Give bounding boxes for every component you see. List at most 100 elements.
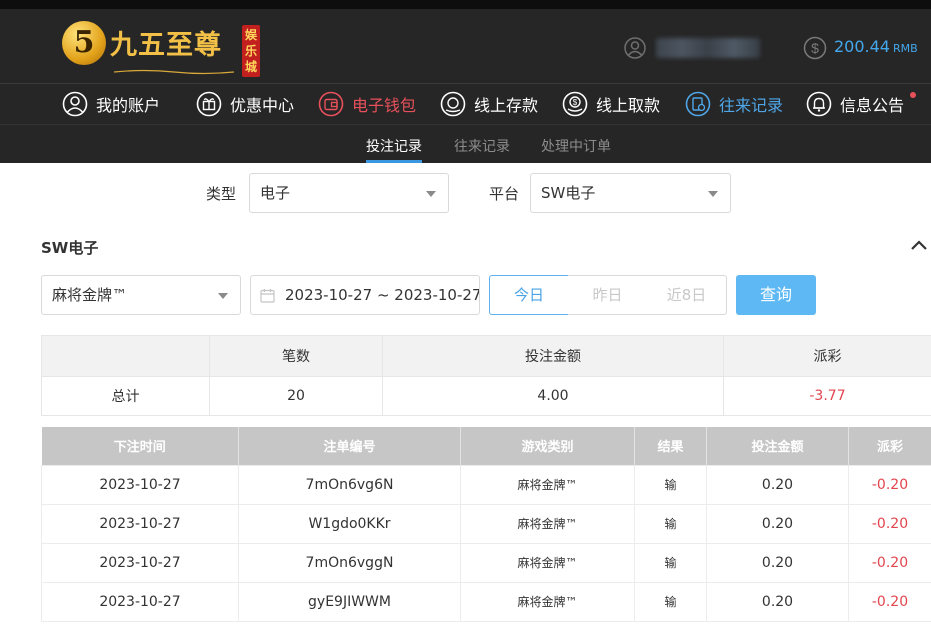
svg-text:$: $ [811,40,819,56]
site-header: 5 九五至尊 娱乐城 $ 200.44 RMB [0,9,931,83]
payout: -0.20 [848,503,931,544]
bet-amount: 0.20 [706,581,849,622]
summary-table: 笔数 投注金额 派彩 总计 20 4.00 -3.77 [41,335,931,416]
username-redacted [656,38,760,58]
nav-item-my-account[interactable]: 我的账户 [62,91,160,117]
chevron-down-icon [426,191,436,197]
bet-result: 输 [634,503,707,544]
nav-label: 往来记录 [719,96,784,115]
type-select[interactable]: 电子 [249,173,449,213]
nav-item-transaction-records[interactable]: 往来记录 [685,91,783,117]
nav-item-promotions[interactable]: 优惠中心 [196,91,294,117]
type-label: 类型 [206,185,237,203]
payout: -0.20 [848,542,931,583]
nav-label: 电子钱包 [352,96,417,115]
bet-id: gyE9JIWWM [238,581,461,622]
bet-result: 输 [634,581,707,622]
balance-amount: 200.44 [834,37,890,56]
bet-amount: 0.20 [706,464,849,505]
tab-pending-orders[interactable]: 处理中订单 [541,136,611,156]
bet-result: 输 [634,542,707,583]
nav-label: 线上存款 [474,96,539,115]
nav-label: 我的账户 [96,96,161,115]
column-header: 派彩 [848,427,931,465]
game-select-value: 麻将金牌™ [52,286,128,304]
nav-item-online-withdraw[interactable]: $ 线上取款 [562,91,660,117]
brand-logo[interactable]: 5 九五至尊 娱乐城 [62,17,262,77]
platform-select-value: SW电子 [541,184,596,202]
today-button[interactable]: 今日 [489,275,569,315]
summary-total-row: 总计 20 4.00 -3.77 [41,376,931,416]
summary-cell: 20 [209,376,383,416]
logo-tag: 娱乐城 [242,25,260,77]
calendar-icon [260,289,275,303]
tab-bet-records[interactable]: 投注记录 [366,136,422,156]
nav-label: 线上取款 [596,96,661,115]
bet-id: 7mOn6vggN [238,542,461,583]
bet-id: W1gdo0KKr [238,503,461,544]
table-row: 2023-10-27 W1gdo0KKr 麻将金牌™ 输 0.20 -0.20 [41,503,931,544]
tab-transaction-records[interactable]: 往来记录 [454,136,510,156]
payout: -0.20 [848,581,931,622]
game-category: 麻将金牌™ [460,464,635,505]
user-avatar-icon[interactable] [624,37,646,59]
nav-item-online-deposit[interactable]: 线上存款 [440,91,538,117]
table-row: 2023-10-27 7mOn6vggN 麻将金牌™ 输 0.20 -0.20 [41,542,931,583]
gift-icon [196,91,222,117]
account-balance: 200.44 RMB [834,36,918,60]
game-category: 麻将金牌™ [460,503,635,544]
platform-label: 平台 [489,185,520,203]
summary-header: 投注金额 [382,335,724,377]
summary-cell: 4.00 [382,376,724,416]
bet-result: 输 [634,464,707,505]
bet-amount: 0.20 [706,503,849,544]
nav-label: 优惠中心 [230,96,295,115]
app-root: 5 九五至尊 娱乐城 $ 200.44 RMB 我的账户 优惠中心 电子钱包 线… [0,0,931,627]
nav-item-announcements[interactable]: 信息公告 [806,91,904,117]
type-select-value: 电子 [260,184,291,202]
summary-header-row: 笔数 投注金额 派彩 [41,335,931,377]
bet-time: 2023-10-27 [41,542,239,583]
wallet-icon [318,91,344,117]
logo-ornament-icon [114,69,234,75]
top-strip [0,0,931,9]
chevron-up-icon[interactable] [910,238,928,252]
logo-text: 九五至尊 [110,30,222,61]
balance-currency: RMB [892,42,918,55]
summary-header: 笔数 [209,335,383,377]
summary-header: 派彩 [723,335,931,377]
column-header: 结果 [634,427,707,465]
logo-badge: 5 [62,21,106,65]
column-header: 下注时间 [41,427,239,465]
game-select[interactable]: 麻将金牌™ [41,275,241,315]
platform-select[interactable]: SW电子 [530,173,731,213]
game-category: 麻将金牌™ [460,542,635,583]
nav-item-e-wallet[interactable]: 电子钱包 [318,91,416,117]
main-nav: 我的账户 优惠中心 电子钱包 线上存款 $ 线上取款 往来记录 信息公告 [0,83,931,124]
chevron-down-icon [708,191,718,197]
records-subtabs: 投注记录 往来记录 处理中订单 [0,124,931,163]
summary-header [41,335,210,377]
query-button[interactable]: 查询 [736,275,816,315]
column-header: 游戏类别 [460,427,635,465]
svg-text:$: $ [573,98,578,107]
bet-time: 2023-10-27 [41,464,239,505]
yesterday-button[interactable]: 昨日 [568,275,648,315]
table-row: 2023-10-27 7mOn6vg6N 麻将金牌™ 输 0.20 -0.20 [41,464,931,505]
records-icon [685,91,711,117]
bet-amount: 0.20 [706,542,849,583]
bet-id: 7mOn6vg6N [238,464,461,505]
bet-records-table: 下注时间 注单编号 游戏类别 结果 投注金额 派彩 2023-10-27 7mO… [41,427,931,622]
column-header: 投注金额 [706,427,849,465]
bell-icon [806,91,832,117]
date-range-picker[interactable]: 2023-10-27 ~ 2023-10-27 [250,275,480,315]
payout: -0.20 [848,464,931,505]
active-tab-indicator [366,160,422,163]
chevron-down-icon [218,293,228,299]
last-8-days-button[interactable]: 近8日 [647,275,727,315]
nav-label: 信息公告 [840,96,905,115]
game-category: 麻将金牌™ [460,581,635,622]
bet-time: 2023-10-27 [41,581,239,622]
notification-dot [910,92,916,98]
date-range-value: 2023-10-27 ~ 2023-10-27 [285,286,480,304]
